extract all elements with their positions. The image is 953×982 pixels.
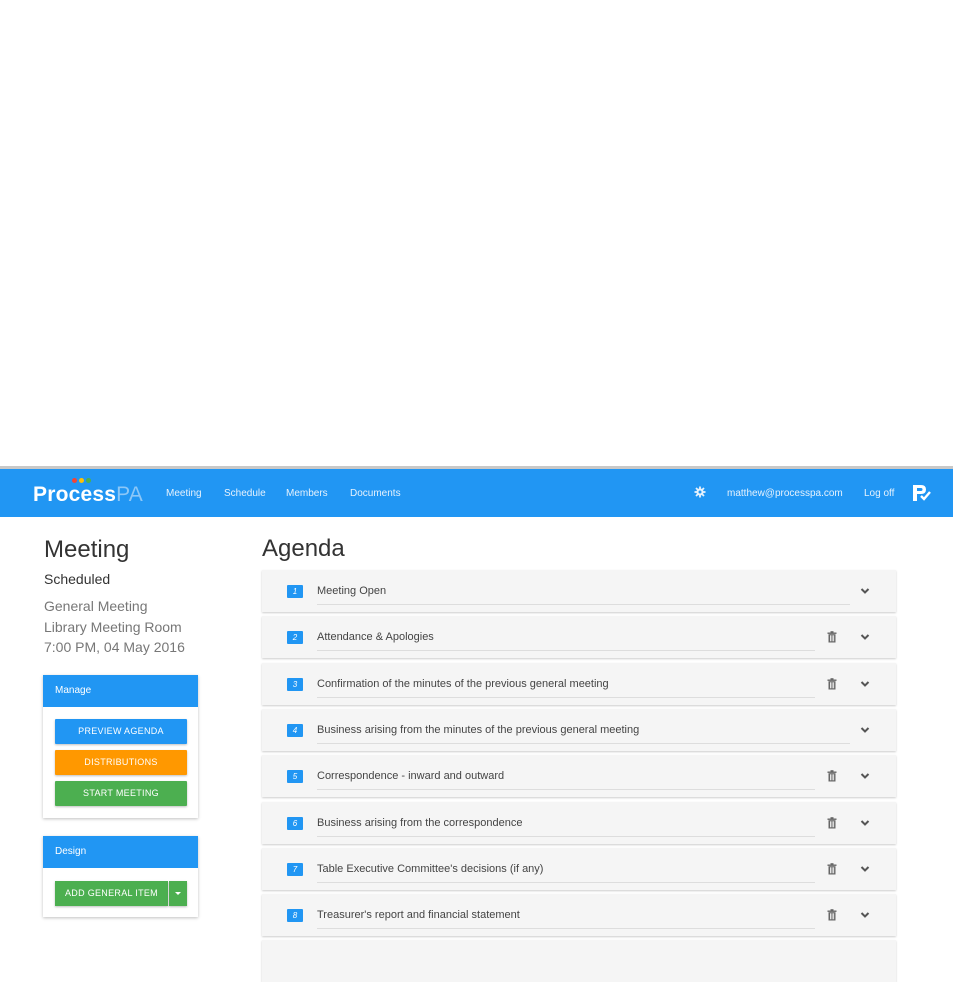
processpa-mark-icon — [913, 485, 931, 501]
agenda-item-number: 5 — [287, 770, 303, 784]
agenda-item-title[interactable]: Meeting Open — [317, 585, 386, 597]
agenda-item-number: 2 — [287, 631, 303, 645]
agenda-item-underline — [317, 881, 815, 883]
brand-wordmark: ProcessPA — [33, 483, 143, 507]
preview-agenda-button[interactable]: PREVIEW AGENDA — [55, 719, 187, 744]
agenda-item-number: 1 — [287, 585, 303, 598]
trash-icon[interactable] — [827, 816, 837, 829]
agenda-item-number: 3 — [287, 677, 303, 691]
agenda-item-title[interactable]: Confirmation of the minutes of the previ… — [317, 678, 609, 690]
design-heading: Design — [43, 836, 198, 868]
agenda-item-underline — [317, 928, 815, 930]
top-navbar: ProcessPA Meeting Schedule Members Docum… — [0, 469, 953, 517]
nav-meeting[interactable]: Meeting — [166, 488, 202, 499]
logoff-link[interactable]: Log off — [864, 488, 894, 499]
agenda-item[interactable]: 1 Meeting Open — [262, 570, 896, 612]
agenda-item-underline — [317, 604, 850, 605]
agenda-item-title[interactable]: Business arising from the correspondence — [317, 817, 522, 829]
design-panel: Design ADD GENERAL ITEM — [43, 836, 198, 917]
chevron-down-icon[interactable] — [860, 772, 870, 780]
chevron-down-icon[interactable] — [860, 587, 870, 595]
chevron-down-icon[interactable] — [860, 865, 870, 873]
agenda-item-title[interactable]: Treasurer's report and financial stateme… — [317, 909, 520, 921]
agenda-item[interactable]: 8 Treasurer's report and financial statem… — [262, 894, 896, 937]
add-item-dropdown-toggle[interactable] — [169, 881, 187, 906]
trash-icon[interactable] — [827, 677, 837, 690]
meeting-title: Meeting — [44, 536, 130, 563]
meeting-type: General Meeting — [44, 598, 148, 614]
agenda-item-underline — [317, 650, 815, 652]
agenda-item-underline — [317, 742, 850, 744]
start-meeting-button[interactable]: START MEETING — [55, 781, 187, 806]
nav-documents[interactable]: Documents — [350, 488, 401, 499]
trash-icon[interactable] — [827, 862, 837, 875]
add-general-item-button[interactable]: ADD GENERAL ITEM — [55, 881, 168, 906]
user-email-link[interactable]: matthew@processpa.com — [727, 488, 843, 499]
agenda-item[interactable]: 5 Correspondence - inward and outward — [262, 755, 896, 798]
chevron-down-icon[interactable] — [860, 911, 870, 919]
agenda-item-partial[interactable] — [262, 940, 896, 982]
agenda-item[interactable]: 4 Business arising from the minutes of th… — [262, 708, 896, 751]
agenda-item[interactable]: 6 Business arising from the correspondenc… — [262, 801, 896, 844]
distributions-button[interactable]: DISTRIBUTIONS — [55, 750, 187, 775]
agenda-title: Agenda — [262, 535, 345, 562]
trash-icon[interactable] — [827, 909, 837, 921]
agenda-item[interactable]: 7 Table Executive Committee's decisions (… — [262, 847, 896, 890]
trash-icon[interactable] — [827, 631, 837, 643]
agenda-item-underline — [317, 789, 815, 791]
agenda-item[interactable]: 2 Attendance & Apologies — [262, 616, 896, 659]
meeting-datetime: 7:00 PM, 04 May 2016 — [44, 639, 185, 655]
meeting-location: Library Meeting Room — [44, 619, 182, 635]
trash-icon[interactable] — [827, 770, 837, 782]
agenda-item-title[interactable]: Business arising from the minutes of the… — [317, 724, 639, 736]
nav-schedule[interactable]: Schedule — [224, 488, 266, 499]
agenda-item-title[interactable]: Correspondence - inward and outward — [317, 770, 504, 782]
agenda-item-title[interactable]: Attendance & Apologies — [317, 631, 434, 643]
brand-name-light: PA — [116, 483, 143, 506]
chevron-down-icon[interactable] — [860, 633, 870, 641]
agenda-item-title[interactable]: Table Executive Committee's decisions (i… — [317, 863, 543, 875]
manage-heading: Manage — [43, 675, 198, 707]
agenda-item-number: 8 — [287, 909, 303, 923]
chevron-down-icon[interactable] — [860, 726, 870, 734]
agenda-item-number: 7 — [287, 862, 303, 876]
manage-panel: Manage PREVIEW AGENDA DISTRIBUTIONS STAR… — [43, 675, 198, 818]
chevron-down-icon[interactable] — [860, 680, 870, 688]
agenda-item-number: 4 — [287, 723, 303, 737]
agenda-item-number: 6 — [287, 816, 303, 830]
brand-name-bold: Process — [33, 483, 117, 506]
nav-members[interactable]: Members — [286, 488, 328, 499]
agenda-item[interactable]: 3 Confirmation of the minutes of the prev… — [262, 662, 896, 705]
agenda-item-underline — [317, 696, 815, 698]
gear-icon[interactable] — [694, 486, 706, 498]
meeting-status: Scheduled — [44, 571, 111, 587]
agenda-item-underline — [317, 835, 815, 837]
chevron-down-icon[interactable] — [860, 819, 870, 827]
